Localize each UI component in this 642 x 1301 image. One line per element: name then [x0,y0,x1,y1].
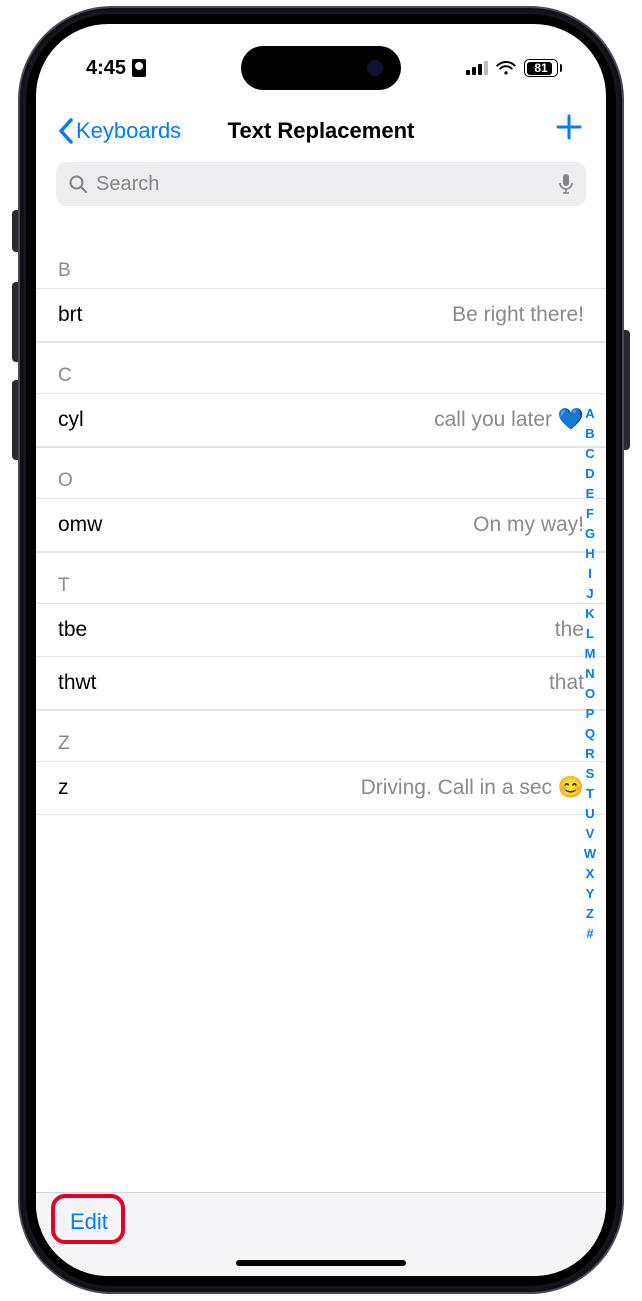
screen: 4:45 [36,24,606,1276]
replacement-list: Bbrt Be right there! Ccyl call you later 💙 O… [36,238,606,1192]
index-letter[interactable]: C [585,444,594,464]
section-header: Z [36,710,606,762]
index-letter[interactable]: X [586,864,595,884]
replacement-row[interactable]: z Driving. Call in a sec 😊 [36,762,606,815]
index-letter[interactable]: L [586,624,594,644]
section-header: C [36,342,606,394]
replacement-row[interactable]: brt Be right there! [36,289,606,342]
section-index[interactable]: ABCDEFGHIJKLMNOPQRSTUVWXYZ# [580,404,600,944]
shortcut-text: tbe [58,618,87,642]
index-letter[interactable]: O [585,684,595,704]
index-letter[interactable]: M [585,644,596,664]
back-button[interactable]: Keyboards [58,118,181,144]
home-indicator[interactable] [236,1260,406,1266]
index-letter[interactable]: R [585,744,594,764]
phrase-text: call you later 💙 [434,408,584,432]
index-letter[interactable]: E [586,484,595,504]
plus-icon [554,112,584,142]
index-letter[interactable]: V [586,824,595,844]
index-letter[interactable]: Z [586,904,594,924]
index-letter[interactable]: Q [585,724,595,744]
edit-button[interactable]: Edit [58,1205,120,1239]
dynamic-island [241,46,401,90]
phrase-text: Driving. Call in a sec 😊 [361,776,584,800]
index-letter[interactable]: D [585,464,594,484]
replacement-row[interactable]: omw On my way! [36,499,606,552]
index-letter[interactable]: Y [586,884,595,904]
replacement-row[interactable]: tbethe [36,604,606,657]
index-letter[interactable]: W [584,844,596,864]
status-time: 4:45 [86,57,126,80]
section-header: O [36,447,606,499]
shortcut-text: brt [58,303,83,327]
battery-icon: 81 [524,59,562,77]
section-header: T [36,552,606,604]
battery-percentage: 81 [534,61,547,75]
replacement-row[interactable]: cyl call you later 💙 [36,394,606,447]
index-letter[interactable]: T [586,784,594,804]
index-letter[interactable]: H [585,544,594,564]
search-field[interactable] [56,162,586,206]
phone-frame: 4:45 [20,8,622,1292]
index-letter[interactable]: I [588,564,592,584]
nav-bar: Keyboards Text Replacement [36,106,606,156]
index-letter[interactable]: A [585,404,594,424]
index-letter[interactable]: S [586,764,595,784]
add-button[interactable] [554,112,584,147]
index-letter[interactable]: P [586,704,595,724]
shortcut-text: thwt [58,671,97,695]
search-input[interactable] [96,173,550,196]
index-letter[interactable]: B [585,424,594,444]
shortcut-text: cyl [58,408,84,432]
index-letter[interactable]: F [586,504,594,524]
chevron-left-icon [58,118,74,144]
phrase-text: that [549,671,584,695]
index-letter[interactable]: U [585,804,594,824]
wifi-icon [496,61,516,76]
microphone-icon[interactable] [558,173,574,195]
shortcut-text: omw [58,513,102,537]
search-icon [68,174,88,194]
index-letter[interactable]: N [585,664,594,684]
phrase-text: Be right there! [452,303,584,327]
section-header: B [36,238,606,289]
index-letter[interactable]: J [586,584,593,604]
shortcut-text: z [58,776,69,800]
back-label: Keyboards [76,118,181,144]
index-letter[interactable]: K [585,604,594,624]
bottom-toolbar: Edit [36,1192,606,1276]
phrase-text: On my way! [473,513,584,537]
replacement-row[interactable]: thwt that [36,657,606,710]
index-letter[interactable]: # [586,924,593,944]
cellular-icon [466,61,488,75]
index-letter[interactable]: G [585,524,595,544]
sim-icon [132,59,146,77]
